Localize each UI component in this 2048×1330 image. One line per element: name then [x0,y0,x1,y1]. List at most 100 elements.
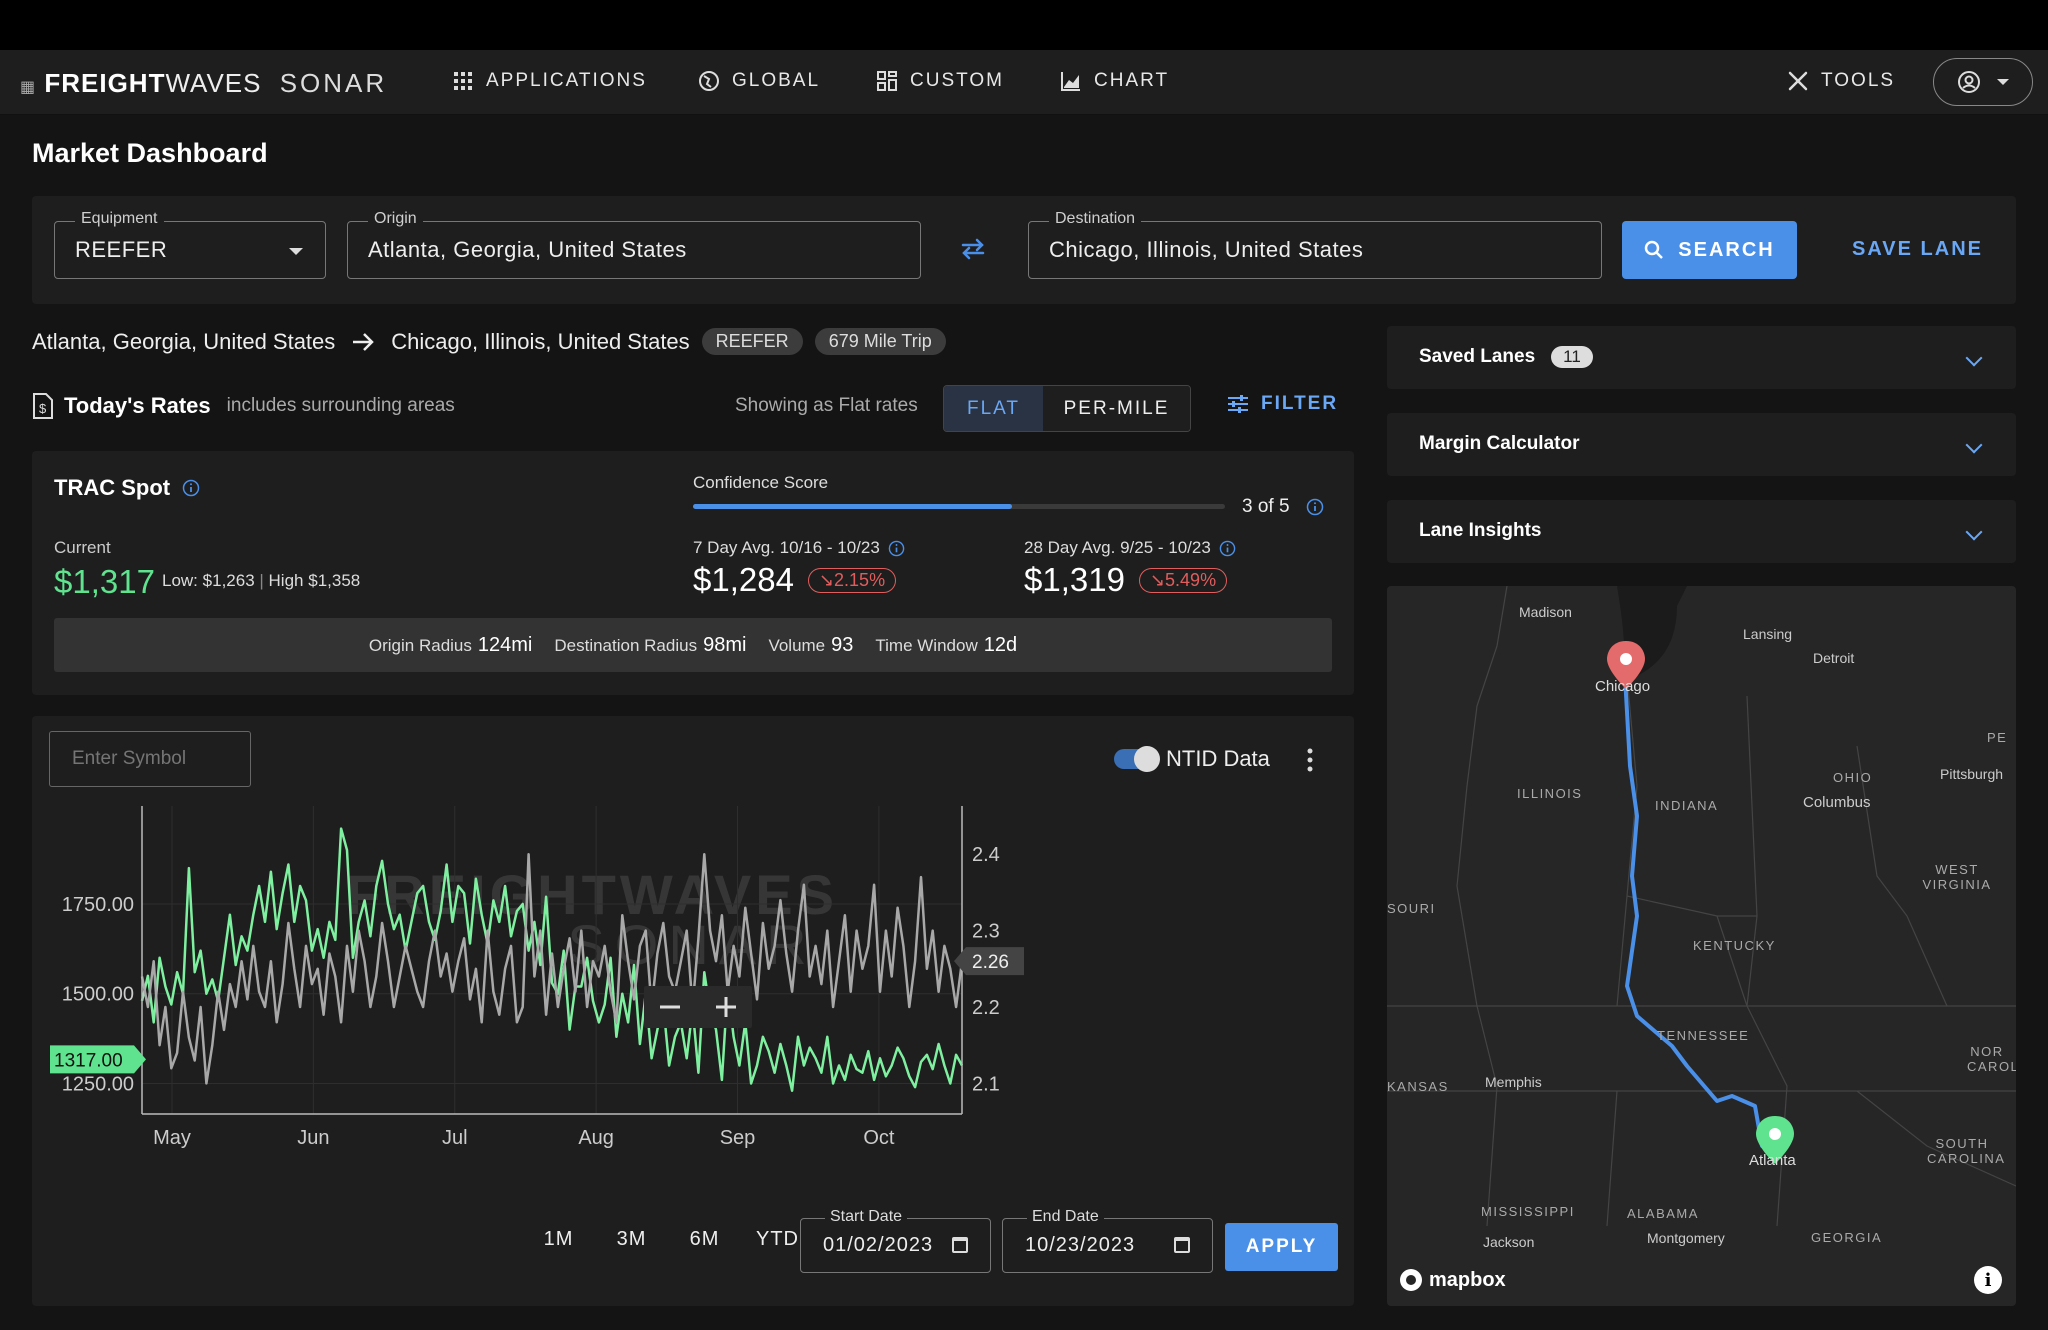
equipment-select[interactable]: Equipment REEFER [54,210,326,279]
map-city-label: Jackson [1483,1234,1535,1250]
map-state-label: ALABAMA [1627,1206,1699,1221]
lane-insights-accordion[interactable]: Lane Insights [1387,500,2016,563]
symbol-input[interactable] [49,731,251,787]
y-left-tick-label: 1750.00 [62,894,134,916]
user-avatar-icon [1958,71,1980,93]
chart-icon [1061,72,1080,91]
rates-line-chart[interactable]: FREIGHTWAVES SONAR May Jun Jul Aug Sep Oct175… [32,796,1354,1216]
info-icon[interactable] [182,479,200,497]
range-6m-button[interactable]: 6M [668,1228,741,1251]
map-state-label: NOR CAROL [1967,1044,2016,1074]
more-vert-icon[interactable] [1307,748,1313,772]
search-button[interactable]: SEARCH [1622,221,1797,279]
destination-radius: Destination Radius 98mi [554,633,747,656]
x-tick-label: Jun [297,1127,329,1149]
avg7-label: 7 Day Avg. 10/16 - 10/23 [693,538,905,558]
flat-toggle-button[interactable]: FLAT [944,386,1043,431]
destination-field[interactable]: Destination Chicago, Illinois, United St… [1028,210,1602,279]
confidence-bar-fill [693,504,1013,509]
freightwaves-sonar-logo[interactable]: ▦ FREIGHTWAVES SONAR [20,68,387,99]
chart-axes: May Jun Jul Aug Sep Oct 1750.00 1500.00 1250.00 2… [50,806,1024,1149]
tools-icon [1788,71,1808,91]
y-left-tick-label: 1250.00 [62,1073,134,1095]
calendar-icon[interactable] [1174,1237,1190,1253]
y-right-tick-label: 2.3 [972,921,1000,943]
rates-subtitle: includes surrounding areas [226,395,455,416]
profile-menu-button[interactable] [1933,58,2033,106]
info-icon[interactable] [888,540,905,557]
mapbox-logo[interactable]: mapbox [1399,1268,1506,1292]
origin-radius: Origin Radius 124mi [368,633,533,656]
apply-button[interactable]: APPLY [1225,1223,1338,1271]
margin-calculator-accordion[interactable]: Margin Calculator [1387,413,2016,476]
map-state-label: OHIO [1833,770,1873,785]
map-state-label: KENTUCKY [1693,938,1776,953]
chevron-down-icon [289,248,303,255]
map-state-label: INDIANA [1655,798,1719,813]
map-city-label: Madison [1519,604,1572,620]
toggle-switch[interactable] [1114,746,1160,772]
filter-sliders-icon [1228,395,1248,413]
nav-chart[interactable]: CHART [1060,70,1169,92]
range-1m-button[interactable]: 1M [522,1228,595,1251]
trac-title-group: TRAC Spot [54,475,200,501]
per-mile-toggle-button[interactable]: PER-MILE [1043,386,1190,431]
search-parameters-bar: Origin Radius 124mi Destination Radius 98m… [54,618,1332,672]
globe-icon [699,71,719,91]
map-city-label: Columbus [1803,794,1871,811]
rates-title: Today's Rates [64,393,211,418]
map-state-label: WEST VIRGINIA [1922,862,1992,892]
page-title: Market Dashboard [32,138,268,168]
top-navigation: ▦ FREIGHTWAVES SONAR APPLICATIONS GLOBAL… [0,50,2048,115]
start-date-field[interactable]: Start Date 01/02/2023 [800,1208,991,1273]
search-icon [1645,240,1664,259]
map-attribution-info-icon[interactable]: i [1974,1266,2002,1294]
map-state-label: TENNESSEE [1657,1028,1750,1043]
zoom-controls [644,986,752,1028]
map-state-label: ILLINOIS [1517,786,1583,801]
y-right-tick-label: 2.1 [972,1073,1000,1095]
end-date-field[interactable]: End Date 10/23/2023 [1002,1208,1213,1273]
map-state-label: SOURI [1387,901,1436,916]
current-rate: $1,317 [54,563,155,600]
info-icon[interactable] [1219,540,1236,557]
origin-field[interactable]: Origin Atlanta, Georgia, United States [347,210,921,279]
svg-text:$: $ [39,401,47,416]
map-city-label: Pittsburgh [1940,766,2004,782]
nav-custom[interactable]: CUSTOM [876,70,1004,92]
range-3m-button[interactable]: 3M [595,1228,668,1251]
lane-map[interactable]: ILLINOIS INDIANA OHIO KENTUCKY TENNESSEE… [1387,586,2016,1306]
map-state-label: GEORGIA [1811,1230,1883,1245]
nav-global[interactable]: GLOBAL [698,70,820,92]
y-left-tick-label: 1500.00 [62,984,134,1006]
rate-type-toggle: FLAT PER-MILE [943,385,1191,432]
map-city-label: Detroit [1813,650,1855,666]
lane-origin: Atlanta, Georgia, United States [32,328,336,354]
chevron-down-icon [1965,349,1983,367]
confidence-score: 3 of 5 [1242,496,1324,518]
calendar-icon[interactable] [952,1237,968,1253]
y-right-tick-label: 2.4 [972,844,1000,866]
current-right-tag-label: 2.26 [972,952,1009,973]
nav-tools[interactable]: TOOLS [1787,70,1895,92]
map-state-label: MISSISSIPPI [1481,1204,1575,1219]
x-tick-label: Oct [863,1127,895,1149]
swap-icon[interactable] [958,234,988,264]
filter-button[interactable]: FILTER [1227,393,1338,415]
chevron-down-icon [1965,523,1983,541]
y-right-tick-label: 2.2 [972,997,1000,1019]
map-city-label: Memphis [1485,1074,1542,1090]
info-icon[interactable] [1306,498,1324,516]
lane-search-panel: Equipment REEFER Origin Atlanta, Georgia… [32,196,2016,304]
ntid-data-toggle[interactable]: NTID Data [1114,746,1270,772]
save-lane-button[interactable]: SAVE LANE [1852,238,1983,261]
saved-lanes-accordion[interactable]: Saved Lanes 11 [1387,326,2016,389]
map-state-label: SOUTH CAROLINA [1927,1136,2006,1166]
chevron-down-icon [1965,436,1983,454]
time-window: Time Window 12d [875,633,1018,656]
range-buttons: 1M 3M 6M YTD [522,1228,814,1251]
nav-applications[interactable]: APPLICATIONS [452,70,647,92]
trac-title: TRAC Spot [54,475,171,500]
grid-icon [454,72,472,90]
avg28-label: 28 Day Avg. 9/25 - 10/23 [1024,538,1236,558]
